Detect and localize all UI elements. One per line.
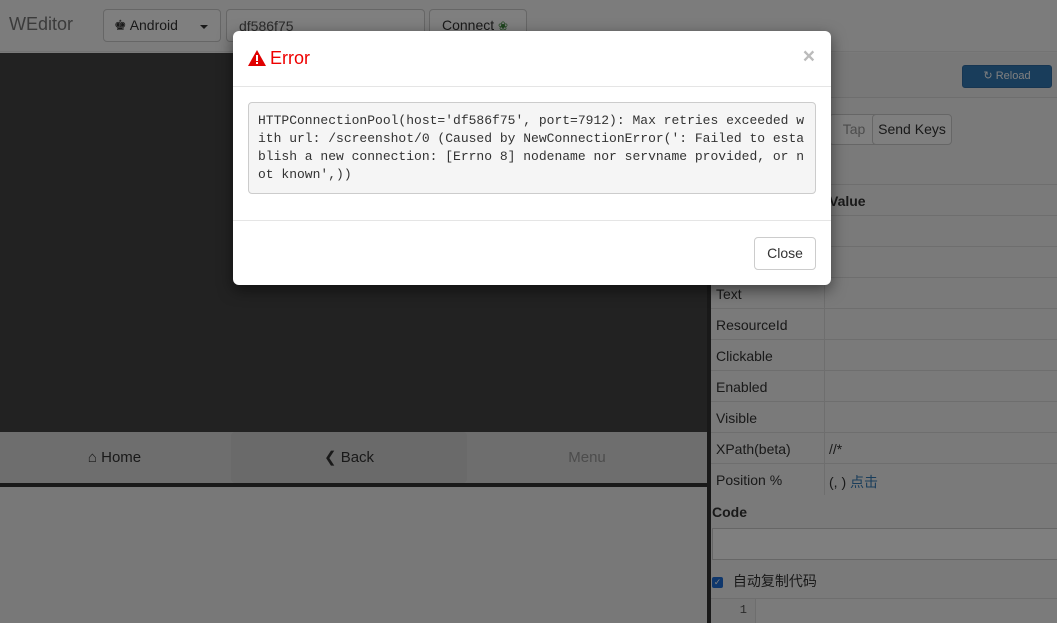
dialog-title: Error	[248, 48, 310, 69]
dialog-body: HTTPConnectionPool(host='df586f75', port…	[248, 102, 816, 194]
warning-icon	[248, 50, 266, 66]
error-dialog: Error × HTTPConnectionPool(host='df586f7…	[233, 31, 831, 285]
dialog-title-text: Error	[270, 48, 310, 68]
close-button[interactable]: Close	[754, 237, 816, 270]
close-icon[interactable]: ×	[803, 45, 815, 69]
error-message: HTTPConnectionPool(host='df586f75', port…	[248, 102, 816, 194]
dialog-header: Error ×	[233, 31, 831, 87]
dialog-footer: Close	[233, 220, 831, 285]
